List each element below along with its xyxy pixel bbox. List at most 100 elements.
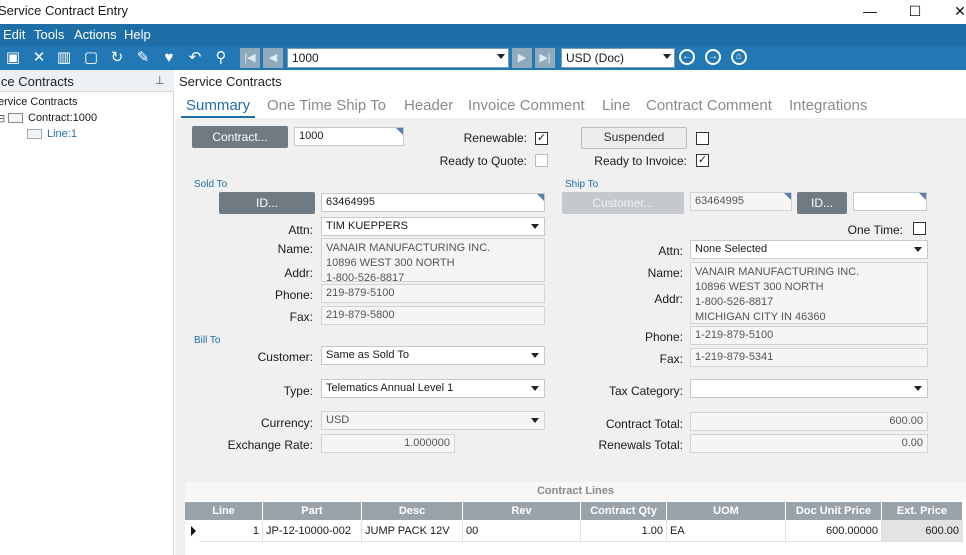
back-arrow-icon[interactable]: ← — [679, 49, 695, 65]
table-cell-doc-unit-price[interactable]: 600.00000 — [786, 520, 882, 542]
column-header-rev[interactable]: Rev — [463, 502, 581, 520]
tab-line[interactable]: Line — [602, 97, 630, 114]
delete-icon[interactable]: ✕ — [30, 49, 48, 67]
table-cell-rev[interactable]: 00 — [463, 520, 581, 542]
bill-to-customer-dropdown[interactable]: Same as Sold To — [321, 346, 545, 365]
grid-title: Contract Lines — [185, 482, 966, 500]
tree-item-contract[interactable]: Contract:1000 — [28, 112, 97, 124]
column-header-part[interactable]: Part — [263, 502, 362, 520]
table-cell-line[interactable]: 1 — [199, 520, 263, 542]
contract-button[interactable]: Contract... — [192, 126, 288, 148]
record-selector[interactable]: 1000 — [287, 48, 509, 68]
one-time-checkbox[interactable] — [913, 222, 926, 235]
minimize-icon[interactable]: — — [848, 0, 892, 24]
type-dropdown[interactable]: Telematics Annual Level 1 — [321, 379, 545, 398]
collapse-icon[interactable]: ⊟ — [0, 112, 5, 125]
suspended-checkbox[interactable] — [696, 132, 709, 145]
sold-to-addr-label: Addr: — [284, 266, 313, 280]
first-record-button[interactable]: |◀ — [240, 48, 260, 68]
column-header-ext-price[interactable]: Ext. Price — [882, 502, 963, 520]
ready-to-quote-checkbox[interactable] — [535, 154, 548, 167]
chevron-down-icon — [497, 54, 505, 59]
refresh-icon[interactable]: ↻ — [108, 49, 126, 67]
table-cell-part[interactable]: JP-12-10000-002 — [263, 520, 362, 542]
sold-to-attn-dropdown[interactable]: TIM KUEPPERS — [321, 217, 545, 236]
ship-to-customer-id-field: 63464995 — [690, 192, 792, 211]
tab-summary[interactable]: Summary — [186, 97, 250, 114]
main-title: Service Contracts — [179, 74, 282, 89]
save-icon[interactable]: ▣ — [4, 49, 22, 67]
row-selector-icon[interactable] — [191, 526, 196, 536]
tab-contract-comment[interactable]: Contract Comment — [646, 97, 772, 114]
ready-to-invoice-checkbox[interactable]: ✓ — [696, 154, 709, 167]
ship-to-customer-button[interactable]: Customer... — [562, 192, 684, 214]
pin-icon[interactable]: ⊥ — [155, 74, 165, 87]
exchange-rate-field: 1.000000 — [321, 434, 455, 453]
bill-to-section-label: Bill To — [194, 335, 221, 346]
column-header-line[interactable]: Line — [185, 502, 263, 520]
home-icon[interactable]: ⌂ — [731, 49, 747, 65]
table-cell-desc[interactable]: JUMP PACK 12V — [362, 520, 463, 542]
renewable-checkbox[interactable]: ✓ — [535, 132, 548, 145]
tab-header[interactable]: Header — [404, 97, 453, 114]
ship-to-id-button[interactable]: ID... — [797, 192, 847, 214]
menu-edit[interactable]: Edit — [3, 27, 25, 42]
ship-to-fax-field: 1-219-879-5341 — [690, 348, 928, 367]
ship-to-id-field[interactable] — [853, 192, 927, 211]
column-header-desc[interactable]: Desc — [362, 502, 463, 520]
table-cell-ext-price[interactable]: 600.00 — [882, 520, 963, 542]
sold-to-attn-value: TIM KUEPPERS — [326, 220, 408, 232]
ship-to-fax-label: Fax: — [659, 352, 683, 366]
column-header-uom[interactable]: UOM — [667, 502, 786, 520]
column-header-contract-qty[interactable]: Contract Qty — [581, 502, 667, 520]
one-time-label: One Time: — [847, 223, 903, 237]
sold-to-fax-label: Fax: — [289, 310, 313, 324]
tax-category-label: Tax Category: — [608, 384, 683, 398]
ship-to-attn-label: Attn: — [658, 244, 683, 258]
type-label: Type: — [283, 384, 313, 398]
chevron-down-icon — [914, 386, 922, 391]
new-icon[interactable]: ▢ — [82, 49, 100, 67]
ship-to-address-line: 10896 WEST 300 NORTH — [695, 281, 824, 293]
suspended-button[interactable]: Suspended — [581, 127, 687, 149]
column-header-doc-unit-price[interactable]: Doc Unit Price — [786, 502, 882, 520]
ship-to-attn-dropdown[interactable]: None Selected — [690, 240, 928, 259]
menu-actions[interactable]: Actions — [74, 27, 117, 42]
menu-help[interactable]: Help — [124, 27, 151, 42]
undo-icon[interactable]: ↶ — [186, 49, 204, 67]
tax-category-dropdown[interactable] — [690, 379, 928, 398]
sold-to-id-field[interactable]: 63464995 — [321, 193, 545, 212]
tree-item-line[interactable]: Line:1 — [47, 128, 77, 140]
previous-record-button[interactable]: ◀ — [263, 48, 283, 68]
menu-tools[interactable]: Tools — [34, 27, 64, 42]
last-record-button[interactable]: ▶| — [535, 48, 555, 68]
heart-check-icon[interactable]: ♥ — [160, 49, 178, 67]
currency-dropdown[interactable]: USD — [321, 411, 545, 430]
table-cell-contract-qty[interactable]: 1.00 — [581, 520, 667, 542]
forward-arrow-icon[interactable]: → — [705, 49, 721, 65]
contract-total-label: Contract Total: — [605, 417, 683, 431]
chevron-down-icon — [531, 386, 539, 391]
tab-invoice-comment[interactable]: Invoice Comment — [468, 97, 585, 114]
currency-selector[interactable]: USD (Doc) — [561, 48, 675, 68]
book-icon[interactable]: ▥ — [55, 49, 73, 67]
tree-pane: ice Contracts ⊥ ervice Contracts ⊟ Contr… — [0, 70, 174, 555]
chevron-down-icon — [531, 224, 539, 229]
binoculars-icon[interactable]: ⚲ — [212, 49, 230, 67]
sold-to-fax-field: 219-879-5800 — [321, 306, 545, 325]
ship-to-address-line: 1-800-526-8817 — [695, 296, 774, 308]
tab-integrations[interactable]: Integrations — [789, 97, 867, 114]
currency-value: USD — [326, 414, 350, 426]
clear-broom-icon[interactable]: ✎ — [134, 49, 152, 67]
maximize-icon[interactable]: ☐ — [893, 0, 937, 24]
contract-number-field[interactable]: 1000 — [294, 127, 404, 146]
tab-one-time-ship-to[interactable]: One Time Ship To — [267, 97, 386, 114]
tree-header: ice Contracts ⊥ — [0, 70, 174, 92]
sold-to-name-label: Name: — [277, 242, 313, 256]
sold-to-id-button[interactable]: ID... — [219, 192, 315, 214]
ship-to-phone-field: 1-219-879-5100 — [690, 326, 928, 345]
tree-root[interactable]: ervice Contracts — [0, 96, 77, 108]
next-record-button[interactable]: ▶ — [512, 48, 532, 68]
table-cell-uom[interactable]: EA — [667, 520, 786, 542]
close-icon[interactable]: ✕ — [938, 0, 966, 24]
